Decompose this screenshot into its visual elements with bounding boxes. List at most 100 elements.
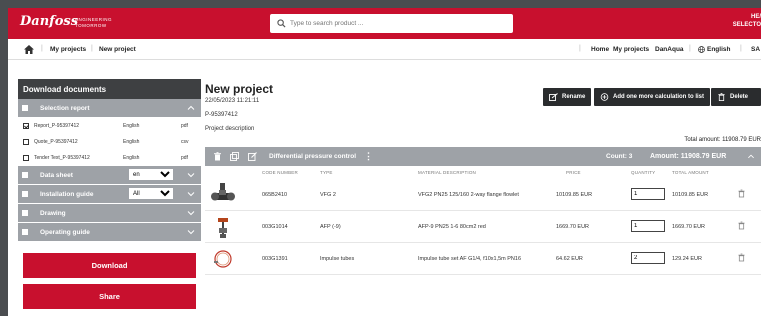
table-row[interactable]: 003G1391 Impulse tubes Impulse tube set … bbox=[205, 243, 761, 275]
section-checkbox[interactable] bbox=[22, 210, 28, 216]
greeting-line-1: HE/ bbox=[750, 14, 761, 20]
file-language: English bbox=[123, 123, 140, 129]
material-description: Impulse tube set AF G1/4, f10x1,5m PN16 bbox=[418, 256, 522, 262]
trash-icon[interactable] bbox=[213, 152, 222, 161]
section-checkbox[interactable] bbox=[22, 105, 28, 111]
project-description[interactable]: Project description bbox=[205, 126, 254, 132]
rename-icon bbox=[549, 93, 558, 101]
section-installation-guide[interactable]: Installation guide All bbox=[18, 185, 201, 204]
tagline: ENGINEERING TOMORROW bbox=[75, 17, 112, 29]
actuator-image bbox=[218, 218, 228, 238]
type: Impulse tubes bbox=[320, 256, 355, 262]
section-operating-guide[interactable]: Operating guide bbox=[18, 223, 201, 242]
section-selection-report[interactable]: Selection report bbox=[18, 99, 201, 118]
group-bar[interactable]: Differential pressure control ⋮ Count: 3… bbox=[205, 147, 761, 166]
total-amount-cell: 1669.70 EUR bbox=[672, 224, 706, 230]
section-label: Data sheet bbox=[40, 172, 73, 179]
project-main: New project 22/05/2023 11:21:11 P-953974… bbox=[204, 79, 761, 316]
add-calculation-button[interactable]: Add one more calculation to list bbox=[594, 88, 711, 106]
group-count: Count: 3 bbox=[606, 153, 633, 160]
danfoss-logo[interactable]: Danfoss bbox=[20, 14, 78, 29]
price: 1669.70 EUR bbox=[556, 224, 590, 230]
nav-my-projects[interactable]: My projects bbox=[613, 46, 649, 53]
nav-home[interactable]: Home bbox=[591, 46, 609, 53]
file-language: English bbox=[123, 139, 140, 145]
trash-icon bbox=[718, 93, 725, 101]
section-checkbox[interactable] bbox=[22, 191, 28, 197]
material-description: AFP-9 PN25 1-6 80cm2 red bbox=[418, 224, 486, 230]
header-price: PRICE bbox=[566, 170, 581, 175]
nav-separator: | bbox=[689, 45, 691, 52]
user-greeting[interactable]: HE/SELECTO bbox=[733, 13, 761, 29]
section-drawing[interactable]: Drawing bbox=[18, 204, 201, 223]
header-code-number: CODE NUMBER bbox=[262, 170, 298, 175]
file-language: English bbox=[123, 155, 140, 161]
table-row[interactable]: 003G1014 AFP (-9) AFP-9 PN25 1-6 80cm2 r… bbox=[205, 211, 761, 243]
breadcrumb: | My projects | New project | Home My pr… bbox=[8, 39, 761, 60]
trash-icon[interactable] bbox=[738, 221, 745, 230]
quantity-input[interactable] bbox=[631, 220, 665, 232]
search-box[interactable] bbox=[270, 14, 513, 33]
table-header: CODE NUMBER TYPE MATERIAL DESCRIPTION PR… bbox=[205, 166, 761, 179]
nav-separator: | bbox=[579, 45, 581, 52]
tagline-line-2: TOMORROW bbox=[75, 23, 107, 28]
more-options-icon[interactable]: ⋮ bbox=[364, 151, 373, 162]
nav-danaqua[interactable]: DanAqua bbox=[655, 46, 684, 53]
chevron-up-icon[interactable] bbox=[747, 153, 755, 160]
section-checkbox[interactable] bbox=[22, 172, 28, 178]
table-row[interactable]: 065B2410 VFG 2 VFG2 PN25 125/160 2-way f… bbox=[205, 179, 761, 211]
code-number: 003G1014 bbox=[262, 224, 288, 230]
download-button[interactable]: Download bbox=[23, 253, 196, 278]
chevron-up-icon[interactable] bbox=[187, 104, 195, 112]
header-material-description: MATERIAL DESCRIPTION bbox=[418, 170, 477, 175]
file-extension: pdf bbox=[181, 123, 188, 129]
file-checkbox[interactable] bbox=[23, 123, 29, 129]
file-checkbox[interactable] bbox=[23, 139, 29, 145]
share-button[interactable]: Share bbox=[23, 284, 196, 309]
chevron-down-icon[interactable] bbox=[187, 190, 195, 198]
chevron-down-icon[interactable] bbox=[187, 171, 195, 179]
panel-spacer bbox=[18, 242, 201, 253]
copy-icon[interactable] bbox=[230, 152, 239, 161]
section-label: Operating guide bbox=[40, 229, 90, 236]
breadcrumb-my-projects[interactable]: My projects bbox=[50, 46, 86, 53]
file-name: Quote_P-95397412 bbox=[34, 139, 78, 145]
quantity-input[interactable] bbox=[631, 252, 665, 264]
section-label: Selection report bbox=[40, 105, 90, 112]
add-circle-icon bbox=[600, 93, 609, 101]
rename-button[interactable]: Rename bbox=[543, 88, 592, 106]
data-sheet-language-select[interactable]: en bbox=[129, 169, 173, 180]
globe-icon bbox=[698, 46, 705, 53]
download-panel: Download documents Selection report Repo… bbox=[18, 79, 201, 316]
delete-list-button[interactable]: Delete list bbox=[711, 88, 761, 118]
edit-icon[interactable] bbox=[248, 152, 257, 161]
file-extension: csv bbox=[181, 139, 189, 145]
section-checkbox[interactable] bbox=[22, 229, 28, 235]
nav-language[interactable]: English bbox=[707, 46, 730, 53]
nav-sa[interactable]: SA bbox=[751, 46, 760, 53]
material-description: VFG2 PN25 125/160 2-way flange flowlet bbox=[418, 192, 519, 198]
trash-icon[interactable] bbox=[738, 253, 745, 262]
chevron-down-icon[interactable] bbox=[187, 209, 195, 217]
file-row[interactable]: Quote_P-95397412 English csv bbox=[18, 134, 201, 150]
impulse-tube-image bbox=[214, 250, 232, 268]
quantity-input[interactable] bbox=[631, 188, 665, 200]
download-panel-title: Download documents bbox=[18, 79, 201, 99]
project-date: 22/05/2023 11:21:11 bbox=[205, 98, 260, 104]
header-total-amount: TOTAL AMOUNT bbox=[672, 170, 709, 175]
chevron-down-icon[interactable] bbox=[187, 228, 195, 236]
trash-icon[interactable] bbox=[738, 189, 745, 198]
file-row[interactable]: Tender Text_P-95397412 English pdf bbox=[18, 150, 201, 166]
top-bar: Danfoss ENGINEERINGTOMORROW HE/SELECTO bbox=[8, 8, 761, 39]
valve-image bbox=[211, 183, 235, 201]
file-extension: pdf bbox=[181, 155, 188, 161]
file-row[interactable]: Report_P-95397412 English pdf bbox=[18, 118, 201, 134]
breadcrumb-separator: | bbox=[91, 45, 93, 52]
search-input[interactable] bbox=[290, 17, 505, 30]
section-data-sheet[interactable]: Data sheet en bbox=[18, 166, 201, 185]
code-number: 003G1391 bbox=[262, 256, 288, 262]
price: 64.62 EUR bbox=[556, 256, 583, 262]
file-checkbox[interactable] bbox=[23, 155, 29, 161]
home-icon[interactable] bbox=[24, 45, 34, 54]
installation-language-select[interactable]: All bbox=[129, 188, 173, 199]
